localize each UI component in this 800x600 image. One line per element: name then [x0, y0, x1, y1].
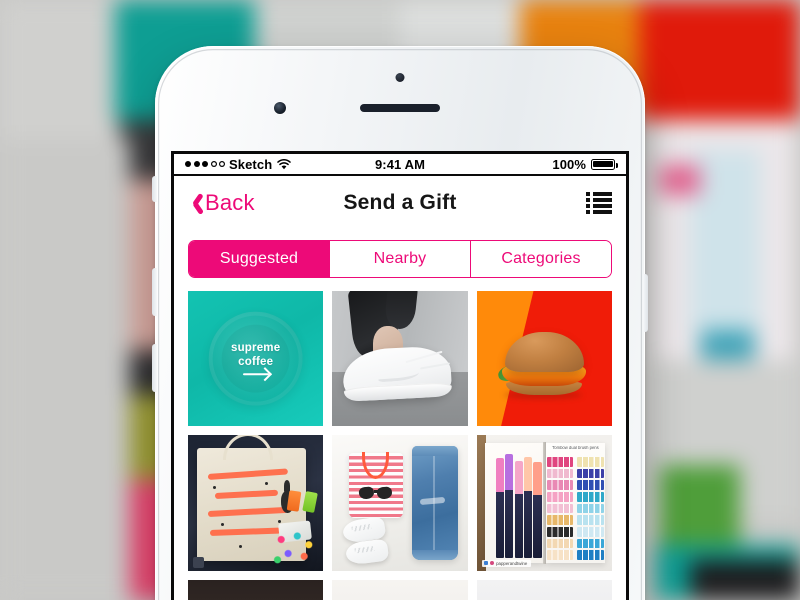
- gift-tile-partial-2[interactable]: [332, 579, 468, 600]
- watermark-badge-icon: [484, 561, 489, 566]
- list-view-icon[interactable]: [586, 192, 612, 214]
- tab-categories[interactable]: Categories: [470, 241, 611, 277]
- segmented-control-wrap: Suggested Nearby Categories: [174, 230, 626, 291]
- arrow-right-icon: [242, 372, 269, 376]
- silent-switch[interactable]: [152, 176, 157, 202]
- status-bar-right: 100%: [425, 156, 619, 172]
- battery-icon: [591, 158, 619, 170]
- tab-suggested[interactable]: Suggested: [189, 241, 329, 277]
- status-bar-time: 9:41 AM: [374, 156, 426, 172]
- front-camera-icon: [274, 102, 286, 114]
- carrier-label: Sketch: [229, 156, 273, 172]
- volume-up-button[interactable]: [152, 268, 157, 316]
- wifi-icon: [277, 158, 291, 169]
- navigation-bar: Back Send a Gift: [174, 176, 626, 230]
- gift-tile-partial-1[interactable]: [188, 579, 324, 600]
- status-bar: Sketch 9:41 AM 100%: [174, 154, 626, 176]
- gift-tile-burger[interactable]: [476, 291, 612, 427]
- photo-tag-icon: [193, 556, 205, 568]
- status-bar-left: Sketch: [185, 157, 375, 172]
- back-button-label: Back: [205, 190, 255, 215]
- gift-tile-supreme-coffee[interactable]: supreme coffee: [188, 291, 324, 427]
- back-button[interactable]: Back: [188, 190, 255, 216]
- gift-tile-brush-pens[interactable]: Tombow dual brush pens papperandtwine: [476, 435, 612, 571]
- color-swatch-chart: [547, 456, 604, 560]
- earpiece-speaker: [360, 104, 440, 112]
- caption-line-2: coffee: [238, 355, 274, 368]
- gift-tile-caption: supreme coffee: [188, 341, 323, 376]
- gift-tile-partial-3[interactable]: [476, 579, 612, 600]
- gift-grid: supreme coffee Tombow dual brush pens pa…: [174, 291, 626, 600]
- gift-tile-white-sneakers[interactable]: [332, 291, 468, 427]
- iphone-mockup: Sketch 9:41 AM 100% Back Send a Gift Sug…: [152, 46, 648, 600]
- watermark-dot-icon: [490, 561, 495, 566]
- gift-tile-pineapple-tote[interactable]: [188, 435, 324, 571]
- battery-percent-label: 100%: [552, 156, 587, 172]
- tab-nearby[interactable]: Nearby: [329, 241, 470, 277]
- gift-tile-outfit-flatlay[interactable]: [332, 435, 468, 571]
- chevron-left-icon: [188, 192, 201, 214]
- caption-line-1: supreme: [230, 341, 281, 354]
- notebook-title-label: Tombow dual brush pens: [552, 446, 599, 451]
- segmented-control: Suggested Nearby Categories: [188, 240, 612, 278]
- signal-strength-icon: [185, 161, 225, 167]
- watermark-label: papperandtwine: [496, 560, 528, 566]
- volume-down-button[interactable]: [152, 344, 157, 392]
- power-button[interactable]: [643, 274, 648, 332]
- photo-watermark: papperandtwine: [482, 559, 532, 567]
- proximity-sensor-icon: [395, 73, 405, 82]
- phone-screen: Sketch 9:41 AM 100% Back Send a Gift Sug…: [171, 151, 629, 600]
